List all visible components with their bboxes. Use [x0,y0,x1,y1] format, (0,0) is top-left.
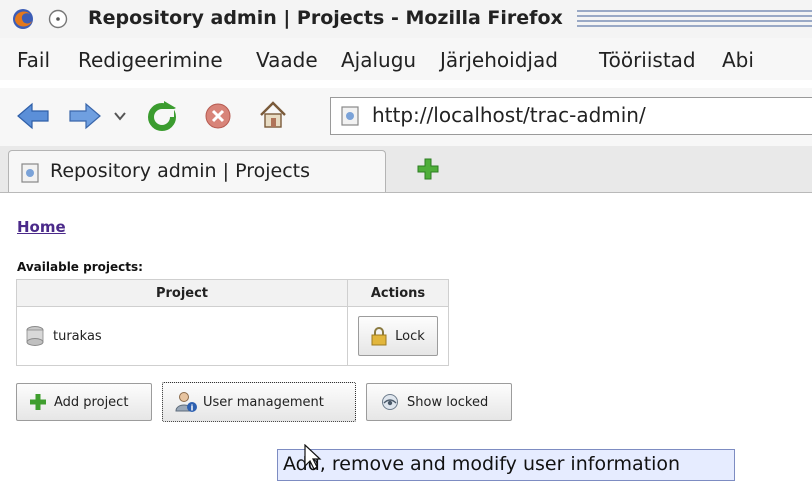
tab-page-icon [21,163,39,183]
stop-icon[interactable] [204,102,232,130]
actions-cell: Lock [347,306,449,366]
menu-help[interactable]: Abi [722,48,754,72]
svg-text:i: i [191,404,194,413]
view-icon [382,394,398,410]
padlock-icon [371,327,387,346]
column-header-project: Project [16,279,348,307]
add-project-label: Add project [54,394,129,410]
mouse-pointer-icon [304,444,322,470]
show-locked-label: Show locked [407,394,489,410]
menu-file[interactable]: Fail [17,48,50,72]
page-identity-icon[interactable] [341,106,359,126]
user-management-button[interactable]: i User management [162,382,356,422]
add-project-button[interactable]: Add project [16,383,152,421]
menu-edit[interactable]: Redigeerimine [78,48,223,72]
new-tab-plus-icon[interactable] [417,158,439,180]
show-locked-button[interactable]: Show locked [366,383,512,421]
forward-arrow-icon[interactable] [68,101,102,131]
window-title: Repository admin | Projects - Mozilla Fi… [88,7,563,29]
project-cell: turakas [16,306,348,366]
repository-icon [26,326,44,346]
home-icon[interactable] [258,100,288,130]
firefox-icon [13,9,33,29]
tab-label: Repository admin | Projects [50,160,310,182]
lock-button-label: Lock [395,328,425,344]
project-name[interactable]: turakas [53,329,102,344]
lock-button[interactable]: Lock [358,316,438,356]
window-menu-icon[interactable] [48,9,68,29]
plus-icon [30,394,46,410]
projects-table: Project Actions turakas Lock [16,279,449,366]
column-header-actions: Actions [347,279,449,307]
menu-view[interactable]: Vaade [256,48,318,72]
tooltip-text: Add, remove and modify user information [283,453,681,475]
url-text[interactable]: http://localhost/trac-admin/ [372,103,646,127]
home-link[interactable]: Home [17,218,66,236]
back-arrow-icon[interactable] [16,101,50,131]
menu-history[interactable]: Ajalugu [341,48,416,72]
menu-tools[interactable]: Tööriistad [599,48,696,72]
reload-icon[interactable] [146,100,178,132]
user-info-icon: i [175,392,197,413]
history-dropdown-chevron-icon[interactable] [113,110,127,122]
table-row: turakas Lock [16,306,449,366]
user-management-label: User management [203,394,324,410]
projects-heading: Available projects: [17,260,143,274]
menu-bookmarks[interactable]: Järjehoidjad [440,48,558,72]
